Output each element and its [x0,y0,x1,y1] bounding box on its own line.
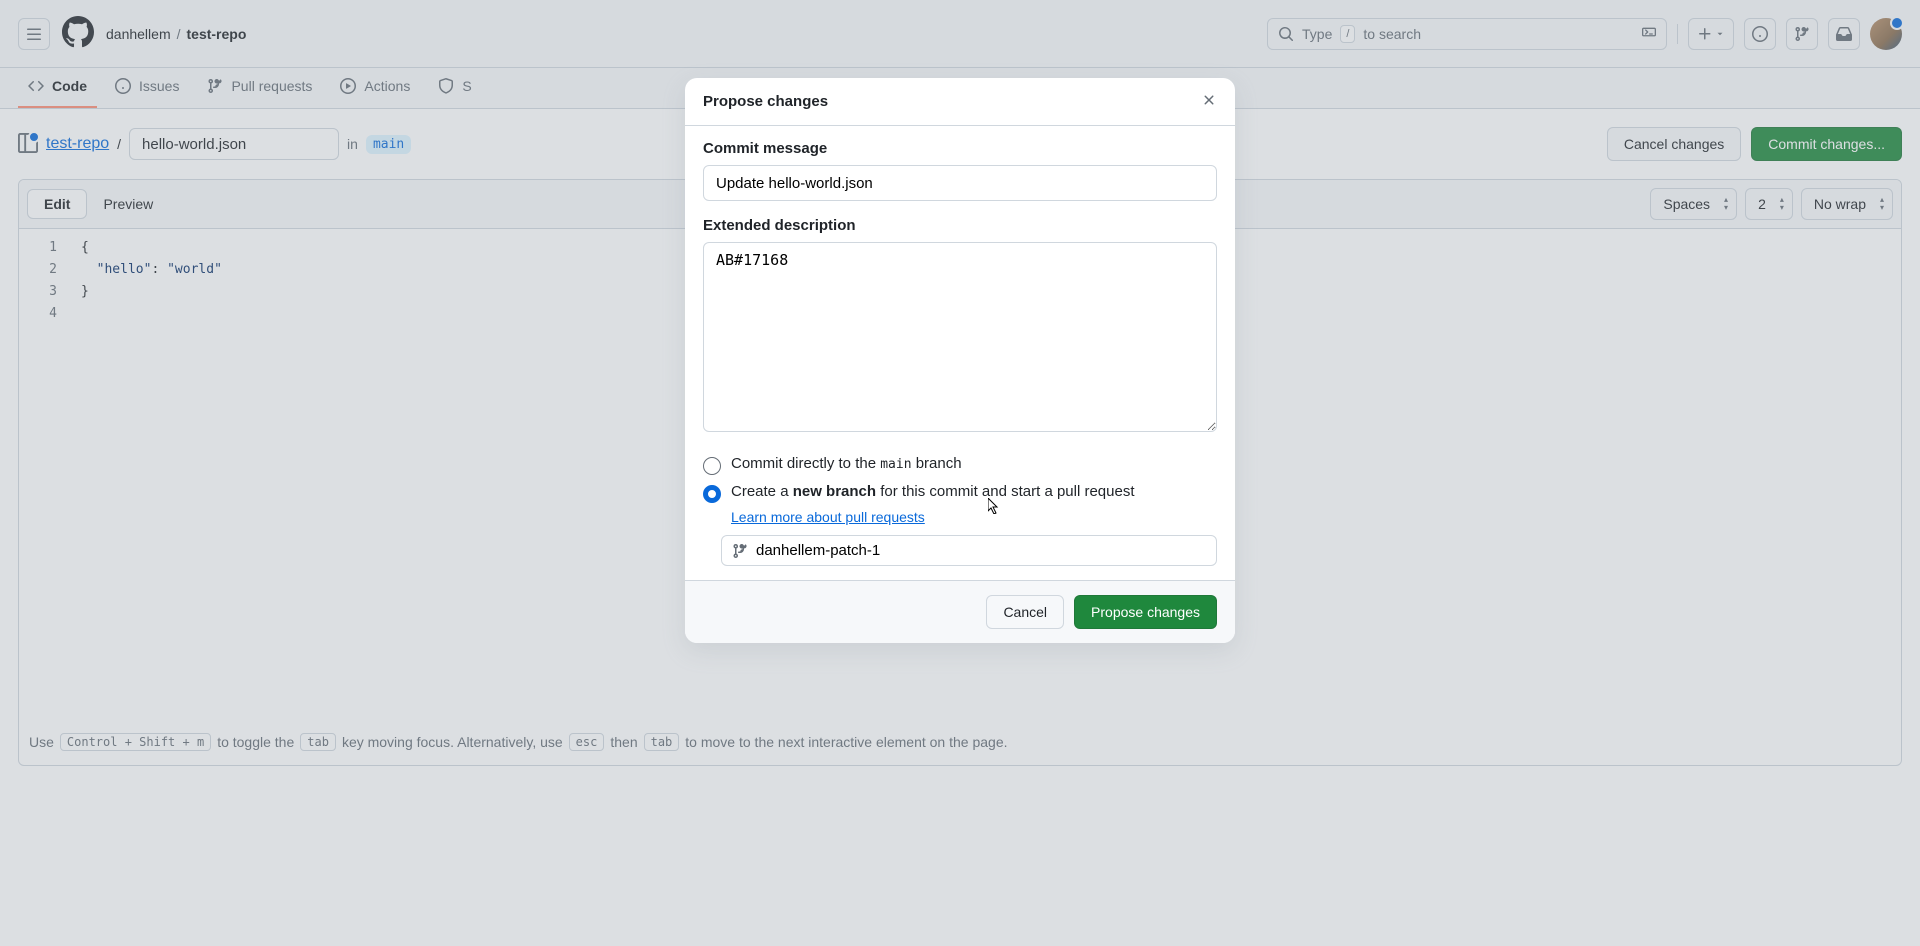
radio-input-new-branch[interactable] [703,485,721,503]
close-icon [1201,92,1217,108]
modal-header: Propose changes [685,78,1235,126]
radio-input-direct[interactable] [703,457,721,475]
radio-commit-direct[interactable]: Commit directly to the main branch [703,451,1217,479]
commit-message-label: Commit message [703,140,1217,157]
commit-message-input[interactable] [703,165,1217,201]
extended-description-label: Extended description [703,217,1217,234]
close-button[interactable] [1201,92,1217,111]
cancel-button[interactable]: Cancel [986,595,1064,629]
learn-more-link[interactable]: Learn more about pull requests [731,509,925,525]
modal-body: Commit message Extended description AB#1… [685,126,1235,580]
radio-new-branch[interactable]: Create a new branch for this commit and … [703,479,1217,507]
modal-footer: Cancel Propose changes [685,580,1235,643]
radio-label-new-branch: Create a new branch for this commit and … [731,483,1135,500]
branch-name-field[interactable] [721,535,1217,566]
modal-title: Propose changes [703,93,828,110]
propose-changes-button[interactable]: Propose changes [1074,595,1217,629]
propose-changes-dialog: Propose changes Commit message Extended … [685,78,1235,643]
extended-description-textarea[interactable]: AB#17168 [703,242,1217,432]
branch-name-input[interactable] [756,542,1206,559]
radio-label-direct: Commit directly to the main branch [731,455,962,472]
git-branch-icon [732,543,748,559]
modal-overlay[interactable]: Propose changes Commit message Extended … [0,0,1920,946]
